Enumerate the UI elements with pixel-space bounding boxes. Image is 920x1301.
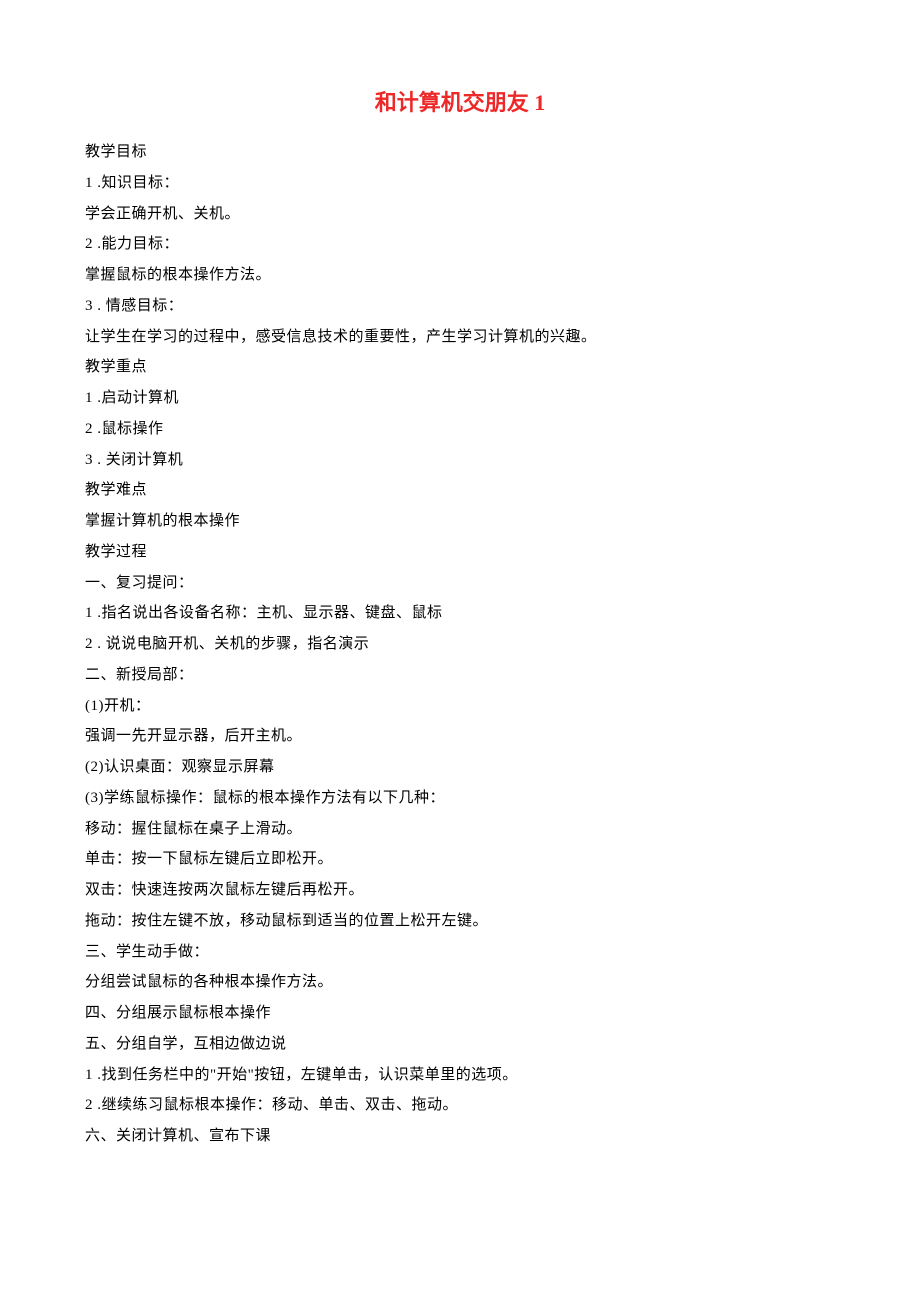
body-line: 2 .能力目标： bbox=[85, 229, 835, 260]
body-line: 分组尝试鼠标的各种根本操作方法。 bbox=[85, 967, 835, 998]
body-line: (3)学练鼠标操作：鼠标的根本操作方法有以下几种： bbox=[85, 783, 835, 814]
body-line: 掌握鼠标的根本操作方法。 bbox=[85, 260, 835, 291]
body-line: 1 .启动计算机 bbox=[85, 383, 835, 414]
body-line: 强调一先开显示器，后开主机。 bbox=[85, 721, 835, 752]
body-line: 单击：按一下鼠标左键后立即松开。 bbox=[85, 844, 835, 875]
body-line: 2 . 说说电脑开机、关机的步骤，指名演示 bbox=[85, 629, 835, 660]
body-line: 3 . 情感目标： bbox=[85, 291, 835, 322]
body-line: 2 .继续练习鼠标根本操作：移动、单击、双击、拖动。 bbox=[85, 1090, 835, 1121]
body-line: 3 . 关闭计算机 bbox=[85, 445, 835, 476]
body-line: 二、新授局部： bbox=[85, 660, 835, 691]
body-line: (2)认识桌面：观察显示屏幕 bbox=[85, 752, 835, 783]
body-line: 双击：快速连按两次鼠标左键后再松开。 bbox=[85, 875, 835, 906]
body-line: 一、复习提问： bbox=[85, 568, 835, 599]
body-line: 1 .知识目标： bbox=[85, 168, 835, 199]
body-line: (1)开机： bbox=[85, 691, 835, 722]
body-line: 移动：握住鼠标在桌子上滑动。 bbox=[85, 814, 835, 845]
body-line: 1 .找到任务栏中的"开始"按钮，左键单击，认识菜单里的选项。 bbox=[85, 1060, 835, 1091]
body-line: 六、关闭计算机、宣布下课 bbox=[85, 1121, 835, 1152]
body-line: 1 .指名说出各设备名称：主机、显示器、键盘、鼠标 bbox=[85, 598, 835, 629]
body-line: 五、分组自学，互相边做边说 bbox=[85, 1029, 835, 1060]
body-line: 三、学生动手做： bbox=[85, 937, 835, 968]
body-line: 教学过程 bbox=[85, 537, 835, 568]
body-line: 教学难点 bbox=[85, 475, 835, 506]
body-line: 教学重点 bbox=[85, 352, 835, 383]
body-line: 四、分组展示鼠标根本操作 bbox=[85, 998, 835, 1029]
body-line: 掌握计算机的根本操作 bbox=[85, 506, 835, 537]
body-line: 2 .鼠标操作 bbox=[85, 414, 835, 445]
body-line: 教学目标 bbox=[85, 137, 835, 168]
document-title: 和计算机交朋友 1 bbox=[85, 85, 835, 117]
document-body: 教学目标 1 .知识目标： 学会正确开机、关机。 2 .能力目标： 掌握鼠标的根… bbox=[85, 137, 835, 1152]
body-line: 学会正确开机、关机。 bbox=[85, 199, 835, 230]
body-line: 让学生在学习的过程中，感受信息技术的重要性，产生学习计算机的兴趣。 bbox=[85, 322, 835, 353]
body-line: 拖动：按住左键不放，移动鼠标到适当的位置上松开左键。 bbox=[85, 906, 835, 937]
